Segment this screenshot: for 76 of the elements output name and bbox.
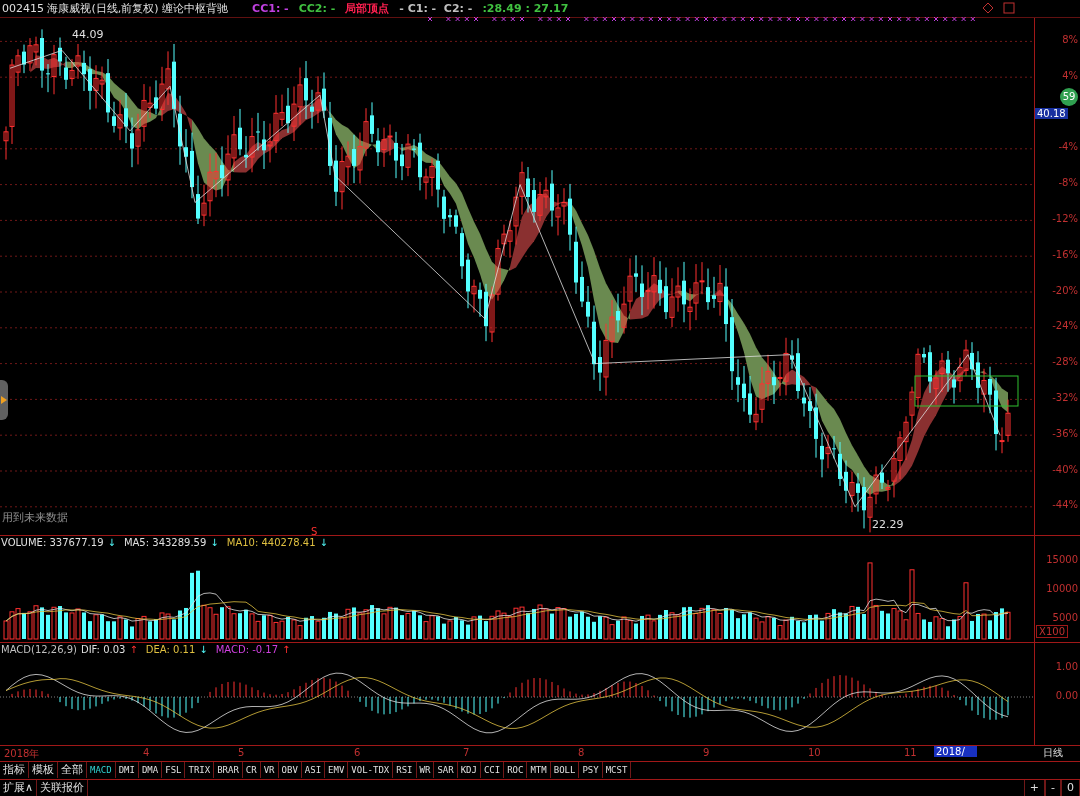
axis-tick-label: 4% (1062, 69, 1078, 81)
indicator-tab[interactable]: BRAR (214, 762, 243, 779)
indicator-tab[interactable]: ROC (504, 762, 528, 779)
indicator-value: MACD: -0.17 (215, 644, 279, 656)
indicator-tab[interactable]: TRIX (185, 762, 215, 779)
toolbar-button[interactable]: 模板 (29, 762, 58, 779)
axis-tick-label: -8% (1058, 177, 1078, 189)
axis-tick-label: -32% (1052, 392, 1078, 404)
indicator-label: :28.49 : 27.17 (482, 1, 569, 15)
date-label: 10 (808, 746, 821, 758)
zoom-button[interactable]: + (1023, 780, 1045, 796)
date-label: 9 (703, 746, 710, 758)
indicator-tab[interactable]: MACD (87, 762, 116, 779)
date-label: 4 (143, 746, 150, 758)
zoom-button[interactable]: - (1045, 780, 1061, 796)
date-label: 5 (238, 746, 245, 758)
indicator-tab[interactable]: MTM (527, 762, 551, 779)
indicator-tab[interactable]: EMV (325, 762, 349, 779)
cursor-date-label: 2018/ (934, 745, 977, 757)
period-label: 日线 (1042, 745, 1063, 760)
side-panel-handle[interactable] (0, 379, 8, 420)
peak-price-label: 44.09 (72, 27, 104, 41)
date-label: 7 (463, 746, 470, 758)
indicator-label: CC1: - (252, 1, 289, 15)
future-data-notice: 用到未来数据 (2, 510, 68, 524)
axis-tick-label: -20% (1052, 284, 1078, 296)
indicator-value: MA10: 440278.41 (226, 537, 316, 549)
toolbar-button[interactable]: 指标 (0, 762, 29, 779)
indicator-tab[interactable]: ASI (301, 762, 326, 779)
axis-tick-label: -24% (1052, 320, 1078, 332)
trend-arrow: ↓ (199, 644, 208, 656)
trend-arrow: ↓ (210, 537, 219, 549)
unit-label: X100 (1036, 624, 1068, 638)
chart-title: 002415 海康威视(日线,前复权) 缠论中枢背驰 (2, 0, 229, 16)
axis-tick-label: -12% (1052, 213, 1078, 225)
indicator-value: DEA: 0.11 (145, 644, 196, 656)
zoom-button[interactable]: 0 (1061, 780, 1080, 796)
axis-tick-label: -4% (1058, 141, 1078, 153)
axis-tick-label: -28% (1052, 356, 1078, 368)
axis-tick-label: 5000 (1052, 611, 1078, 623)
bottom-button[interactable]: 关联报价 (37, 780, 89, 796)
arrow-icon (1, 395, 7, 404)
diamond-icon (982, 2, 994, 14)
date-label: 11 (904, 746, 917, 758)
date-label: 2018年 (4, 746, 40, 761)
trend-arrow: ↓ (107, 537, 116, 549)
indicator-label: CC2: - (298, 1, 336, 15)
axis-tick-label: -16% (1052, 248, 1078, 260)
indicator-value: DIF: 0.03 (80, 644, 126, 656)
axis-tick-label: -36% (1052, 427, 1078, 439)
axis-tick-label: -44% (1052, 499, 1078, 511)
axis-tick-label: 1.00 (1055, 660, 1078, 672)
trend-arrow: ↓ (319, 537, 328, 549)
axis-tick-label: 10000 (1046, 582, 1078, 594)
bottom-button[interactable]: 扩展∧ (0, 780, 38, 796)
indicator-tab[interactable]: VOL-TDX (348, 762, 394, 779)
square-icon (1003, 2, 1015, 14)
current-price-label: 40.18 (1035, 108, 1068, 120)
indicator-label: - C1: - C2: - (399, 1, 473, 15)
axis-tick-label: 15000 (1046, 553, 1078, 565)
axis-tick-label: -40% (1052, 463, 1078, 475)
trend-arrow: ↑ (282, 644, 291, 656)
axis-tick-label: 8% (1062, 34, 1078, 46)
count-badge: 59 (1060, 87, 1078, 106)
axis-tick-label: 0.00 (1055, 689, 1078, 701)
trough-price-label: 22.29 (872, 517, 904, 531)
toolbar-button[interactable]: 全部 (58, 762, 87, 779)
indicator-value: MA5: 343289.59 (123, 537, 207, 549)
trend-arrow: ↑ (129, 644, 138, 656)
date-label: 6 (354, 746, 361, 758)
indicator-tab[interactable]: RSI (393, 762, 417, 779)
signal-label: S (311, 525, 318, 537)
date-label: 8 (578, 746, 585, 758)
indicator-value: MACD(12,26,9) (1, 644, 77, 656)
indicator-label: 局部顶点 (345, 0, 390, 16)
indicator-value: VOLUME: 337677.19 (1, 537, 104, 549)
